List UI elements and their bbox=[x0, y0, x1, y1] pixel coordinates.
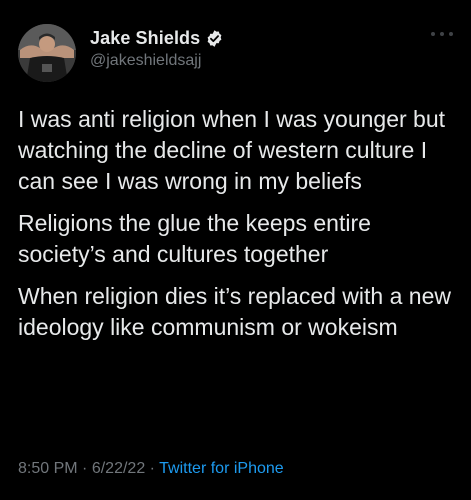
tweet-date[interactable]: 6/22/22 bbox=[92, 460, 145, 477]
tweet-source-link[interactable]: Twitter for iPhone bbox=[159, 460, 284, 477]
tweet-metadata: 8:50 PM · 6/22/22 · Twitter for iPhone bbox=[18, 460, 284, 478]
user-handle[interactable]: @jakeshieldsajj bbox=[90, 52, 224, 70]
avatar-image bbox=[18, 24, 76, 82]
verified-badge-icon bbox=[205, 29, 224, 48]
display-name-row: Jake Shields bbox=[90, 26, 224, 50]
tweet-paragraph: Religions the glue the keeps entire soci… bbox=[18, 210, 371, 267]
tweet-paragraph: When religion dies it’s replaced with a … bbox=[18, 283, 451, 340]
tweet-time[interactable]: 8:50 PM bbox=[18, 460, 78, 477]
tweet-header: Jake Shields @jakeshieldsajj bbox=[18, 24, 453, 82]
more-dot bbox=[440, 32, 444, 36]
avatar[interactable] bbox=[18, 24, 76, 82]
tweet-card: Jake Shields @jakeshieldsajj I was anti … bbox=[0, 0, 471, 500]
tweet-text: I was anti religion when I was younger b… bbox=[18, 104, 458, 354]
user-info: Jake Shields @jakeshieldsajj bbox=[90, 26, 224, 70]
more-dot bbox=[449, 32, 453, 36]
more-options-icon[interactable] bbox=[431, 30, 453, 38]
display-name[interactable]: Jake Shields bbox=[90, 28, 200, 49]
more-dot bbox=[431, 32, 435, 36]
meta-separator: · bbox=[82, 460, 92, 477]
tweet-paragraph: I was anti religion when I was younger b… bbox=[18, 106, 446, 194]
meta-separator: · bbox=[149, 460, 160, 477]
